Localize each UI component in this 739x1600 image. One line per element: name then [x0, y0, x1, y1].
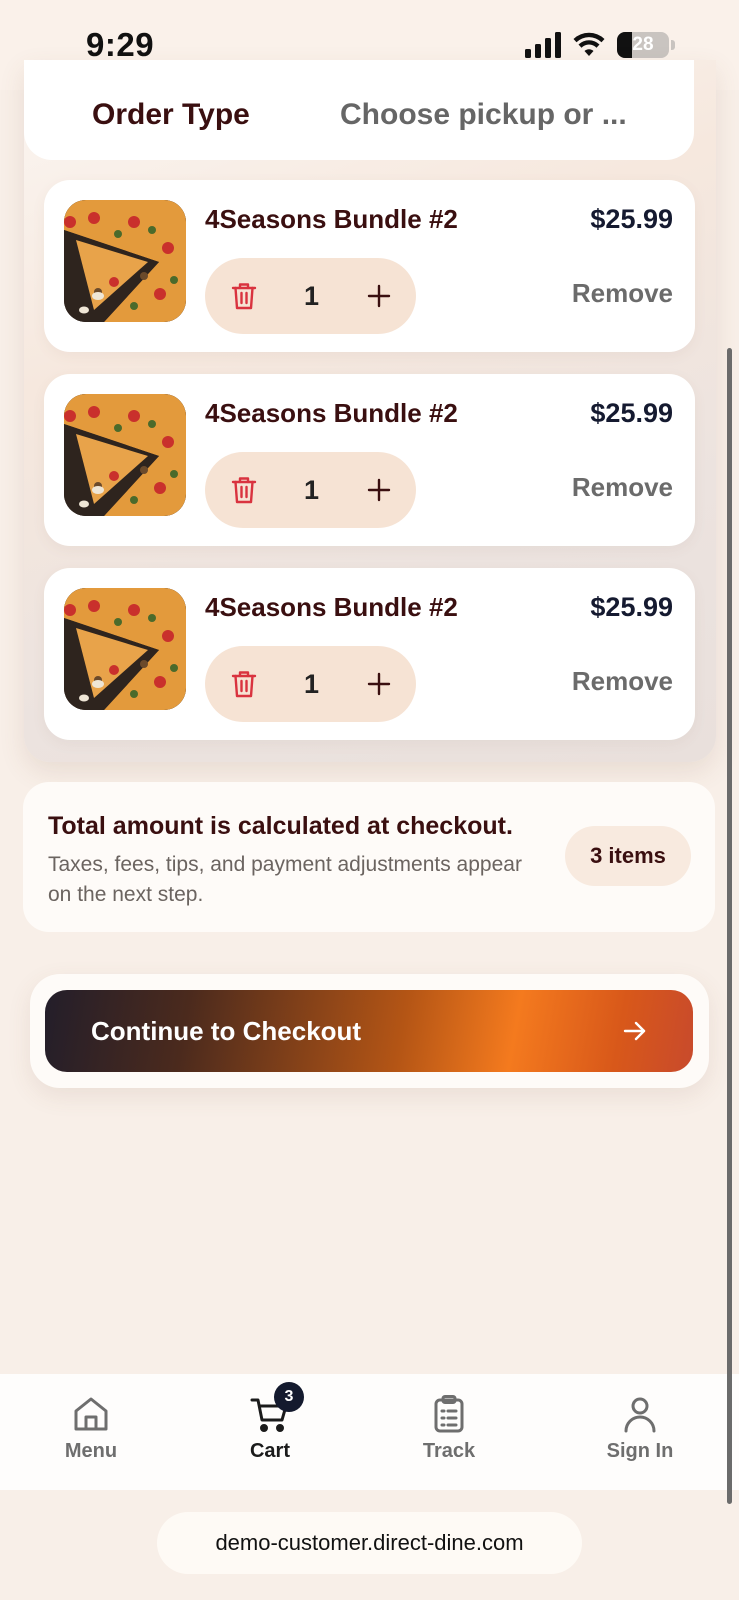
plus-icon[interactable]	[364, 669, 394, 699]
order-type-label: Order Type	[92, 98, 250, 131]
item-image	[64, 394, 186, 516]
remove-button[interactable]: Remove	[572, 278, 673, 309]
tab-label: Cart	[249, 1440, 290, 1462]
bottom-tab-bar: Menu 3 Cart Track Sign In	[0, 1374, 739, 1490]
battery-icon: 28	[617, 32, 669, 58]
remove-button[interactable]: Remove	[572, 472, 673, 503]
checkout-label: Continue to Checkout	[91, 1015, 362, 1046]
cart-item: 4Seasons Bundle #2 $25.99 1 Remove	[44, 180, 695, 352]
trash-icon[interactable]	[229, 669, 259, 699]
arrow-right-icon	[623, 1021, 646, 1041]
item-name: 4Seasons Bundle #2	[205, 204, 458, 234]
item-name: 4Seasons Bundle #2	[205, 592, 458, 622]
status-time: 9:29	[86, 26, 155, 63]
quantity-stepper: 1	[205, 258, 416, 334]
tab-label: Sign In	[606, 1440, 674, 1462]
item-name: 4Seasons Bundle #2	[205, 398, 458, 428]
url-bar[interactable]: demo-customer.direct-dine.com	[157, 1512, 582, 1574]
trash-icon[interactable]	[229, 475, 259, 505]
item-image	[64, 200, 186, 322]
wifi-icon	[573, 32, 605, 56]
summary-note: Taxes, fees, tips, and payment adjustmen…	[48, 853, 522, 906]
status-icons: 28	[525, 32, 675, 58]
order-summary: Total amount is calculated at checkout. …	[23, 782, 715, 932]
tab-sign-in[interactable]: Sign In	[580, 1394, 700, 1463]
items-count-badge: 3 items	[565, 826, 691, 886]
tab-track[interactable]: Track	[389, 1394, 509, 1463]
cart-item: 4Seasons Bundle #2 $25.99 1 Remove	[44, 568, 695, 740]
scrollbar[interactable]	[727, 348, 732, 1504]
clipboard-icon	[429, 1394, 469, 1434]
tab-cart[interactable]: 3 Cart	[210, 1382, 330, 1463]
summary-title: Total amount is calculated at checkout.	[48, 812, 513, 840]
quantity-stepper: 1	[205, 452, 416, 528]
home-icon	[71, 1394, 111, 1434]
continue-to-checkout-button[interactable]: Continue to Checkout	[45, 990, 693, 1072]
checkout-container: Continue to Checkout	[30, 974, 709, 1088]
remove-button[interactable]: Remove	[572, 666, 673, 697]
item-price: $25.99	[590, 398, 673, 428]
trash-icon[interactable]	[229, 281, 259, 311]
user-icon	[620, 1394, 660, 1434]
quantity-value: 1	[303, 668, 320, 699]
order-type-selector[interactable]: Order Type Choose pickup or ...	[24, 60, 694, 160]
battery-level: 28	[632, 34, 654, 55]
tab-menu[interactable]: Menu	[31, 1394, 151, 1463]
item-price: $25.99	[590, 204, 673, 234]
cart-panel: Order Type Choose pickup or ... 4Seasons…	[24, 60, 716, 762]
cart-count-badge: 3	[274, 1382, 304, 1412]
plus-icon[interactable]	[364, 475, 394, 505]
quantity-value: 1	[303, 280, 320, 311]
quantity-stepper: 1	[205, 646, 416, 722]
cart-item: 4Seasons Bundle #2 $25.99 1 Remove	[44, 374, 695, 546]
item-image	[64, 588, 186, 710]
item-price: $25.99	[590, 592, 673, 622]
battery-cap	[671, 40, 675, 50]
tab-label: Menu	[64, 1440, 118, 1462]
cart-icon: 3	[250, 1382, 304, 1434]
plus-icon[interactable]	[364, 281, 394, 311]
order-type-value[interactable]: Choose pickup or ...	[340, 98, 627, 132]
quantity-value: 1	[303, 474, 320, 505]
tab-label: Track	[422, 1440, 476, 1462]
signal-icon	[525, 32, 561, 58]
